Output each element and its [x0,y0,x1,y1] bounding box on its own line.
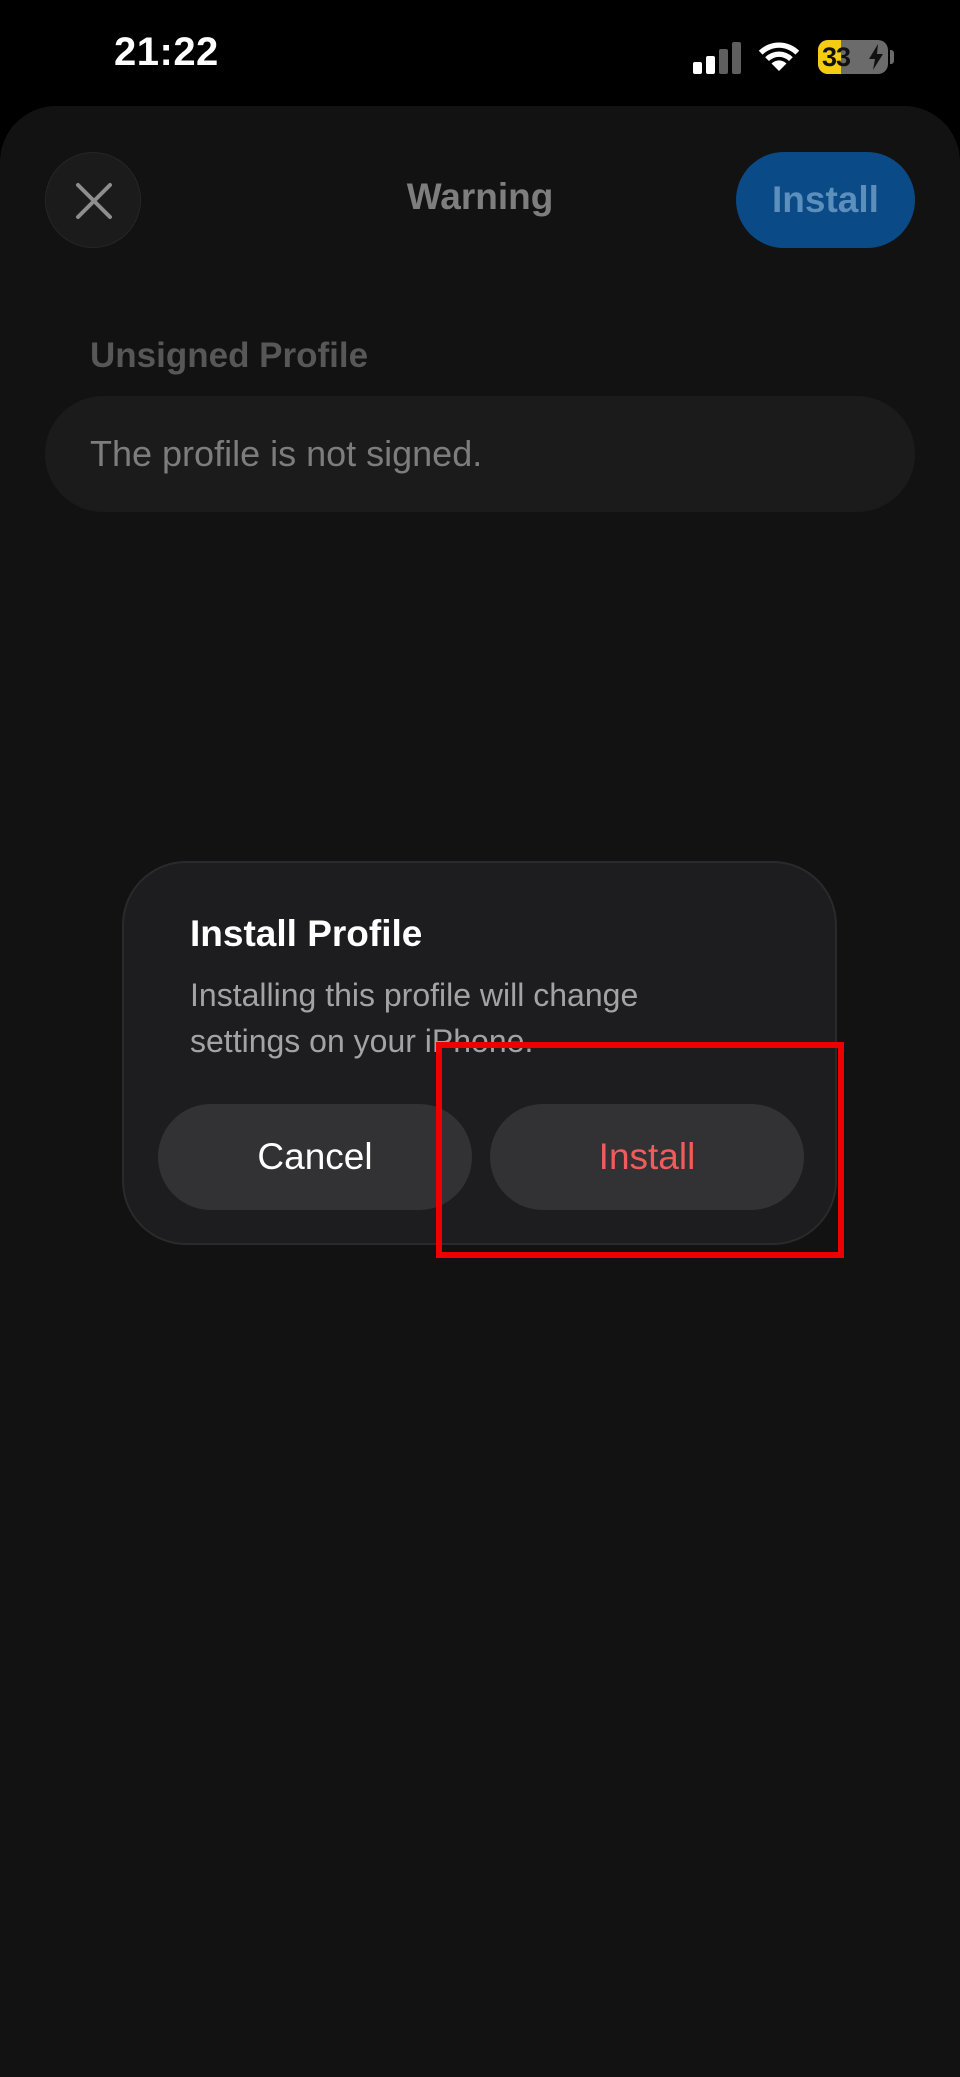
wifi-icon [758,42,800,71]
charging-bolt-icon [869,44,883,70]
alert-title: Install Profile [190,913,423,954]
battery-percent: 33 [822,42,851,72]
info-text: The profile is not signed. [90,433,483,474]
cancel-button[interactable]: Cancel [158,1104,472,1210]
highlight-box [436,1042,844,1258]
unsigned-profile-card: The profile is not signed. [45,396,915,512]
section-header: Unsigned Profile [90,336,369,375]
status-time: 21:22 [114,30,219,74]
battery-icon: 33 [818,40,888,74]
install-button[interactable]: Install [736,152,915,248]
battery-cap [890,50,894,64]
status-bar: 21:22 33 [0,0,960,110]
cellular-signal-icon [693,42,741,74]
